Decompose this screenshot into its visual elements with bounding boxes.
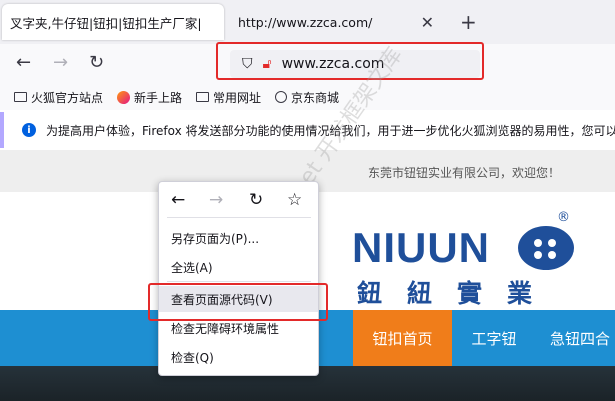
back-arrow-icon[interactable]: ← [16, 52, 31, 73]
registered-mark: ® [557, 210, 570, 225]
bookmark-item[interactable]: 常用网址 [196, 89, 261, 106]
button-logo-icon [518, 226, 574, 270]
bookmark-item[interactable]: 京东商城 [275, 89, 339, 106]
menu-highlight-box [148, 283, 328, 321]
site-nav-label: 急钮四合 [550, 329, 611, 348]
bookmark-label: 常用网址 [213, 90, 262, 105]
menu-item-label: 检查(Q) [171, 350, 214, 365]
menu-item-label: 全选(A) [171, 260, 213, 275]
bookmark-star-icon[interactable]: ☆ [287, 190, 302, 210]
folder-icon [196, 92, 210, 102]
menu-item-label: 另存页面为(P)... [171, 231, 260, 246]
logo-text: NIUUN [352, 224, 490, 271]
tab-active[interactable]: 叉字夹,牛仔钮|钮扣|钮扣生产厂家| [2, 4, 224, 40]
bookmark-label: 火狐官方站点 [31, 90, 104, 105]
notification-bar: i 为提高用户体验，Firefox 将发送部分功能的使用情况给我们，用于进一步优… [0, 112, 615, 148]
url-highlight-box [216, 42, 484, 80]
bookmark-label: 新手上路 [134, 90, 183, 105]
reload-icon[interactable]: ↻ [89, 52, 104, 73]
firefox-icon [117, 90, 131, 104]
menu-item-save-page[interactable]: 另存页面为(P)... [159, 225, 318, 251]
folder-icon [14, 92, 27, 102]
site-nav-label: 工字钮 [471, 329, 517, 348]
bookmark-item[interactable]: 火狐官方站点 [14, 89, 103, 106]
menu-item-inspect[interactable]: 检查(Q) [159, 344, 318, 370]
welcome-text: 东莞市钮钮实业有限公司，欢迎您！ [368, 166, 561, 180]
menu-item-label: 检查无障碍环境属性 [171, 321, 280, 336]
forward-arrow-icon[interactable]: → [53, 52, 68, 73]
back-arrow-icon[interactable]: ← [171, 190, 185, 210]
tab-strip: 叉字夹,牛仔钮|钮扣|钮扣生产厂家| http://www.zzca.com/ … [0, 0, 615, 44]
close-icon[interactable]: ✕ [421, 13, 434, 32]
info-icon: i [22, 123, 36, 137]
site-nav-item[interactable]: 工字钮 [458, 310, 530, 366]
bookmark-item[interactable]: 新手上路 [117, 89, 182, 106]
reload-icon[interactable]: ↻ [249, 190, 263, 210]
bookmarks-toolbar: 火狐官方站点 新手上路 常用网址 京东商城 [0, 84, 615, 110]
context-menu: ← → ↻ ☆ 另存页面为(P)... 全选(A) 查看页面源代码(V) 检查无… [158, 181, 319, 376]
tab-title: http://www.zzca.com/ [238, 14, 373, 30]
tab-title: 叉字夹,牛仔钮|钮扣|钮扣生产厂家| [10, 15, 202, 31]
forward-arrow-icon[interactable]: → [209, 190, 223, 210]
new-tab-icon[interactable]: + [460, 10, 477, 34]
bookmark-label: 京东商城 [291, 90, 340, 105]
menu-separator [167, 217, 311, 218]
menu-item-select-all[interactable]: 全选(A) [159, 254, 318, 280]
menu-separator [167, 281, 311, 282]
logo-chinese-text: 鈕紐實業 [357, 279, 558, 308]
tab-inactive[interactable]: http://www.zzca.com/ ✕ [230, 4, 442, 40]
site-nav-item[interactable]: 急钮四合 [540, 310, 615, 366]
site-nav-item-home[interactable]: 钮扣首页 [353, 310, 452, 366]
site-nav-label: 钮扣首页 [372, 329, 433, 348]
globe-icon [275, 91, 288, 103]
